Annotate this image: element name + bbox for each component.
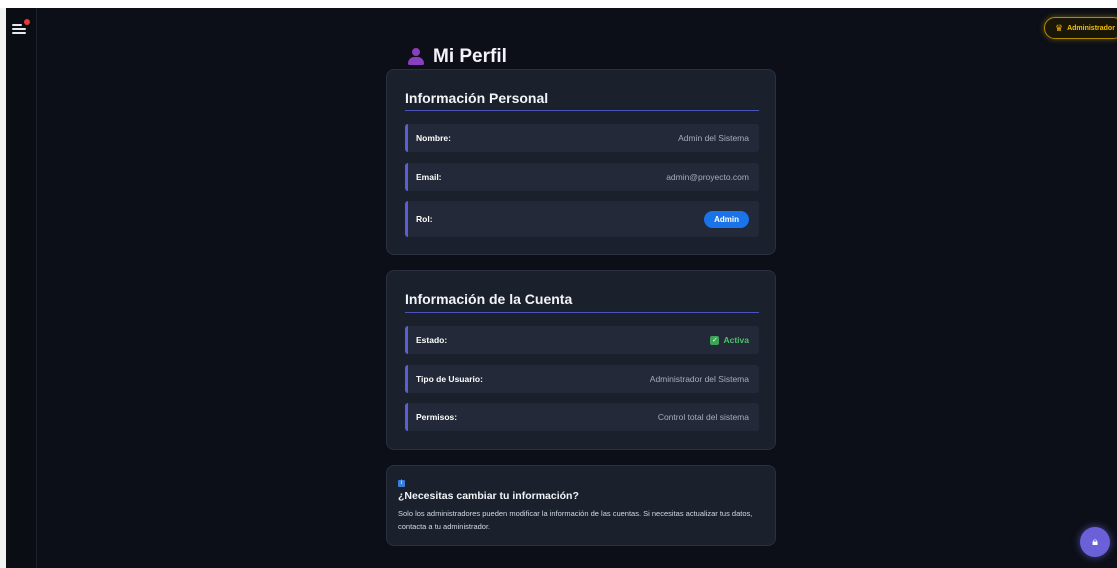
status-row: Estado: ✓ Activa bbox=[405, 326, 759, 354]
help-title: ¿Necesitas cambiar tu información? bbox=[398, 490, 579, 502]
help-text: Solo los administradores pueden modifica… bbox=[398, 509, 753, 531]
account-info-title: Información de la Cuenta bbox=[405, 291, 573, 307]
status-value: ✓ Activa bbox=[710, 335, 749, 345]
user-type-row: Tipo de Usuario: Administrador del Siste… bbox=[405, 365, 759, 393]
user-icon bbox=[407, 48, 425, 66]
name-value: Admin del Sistema bbox=[678, 133, 749, 143]
admin-badge-label: Administrador bbox=[1067, 24, 1115, 32]
name-label: Nombre: bbox=[416, 133, 451, 143]
role-label: Rol: bbox=[416, 214, 433, 224]
personal-info-card: Información Personal Nombre: Admin del S… bbox=[386, 69, 776, 255]
status-text: Activa bbox=[723, 335, 749, 345]
role-row: Rol: Admin bbox=[405, 201, 759, 237]
name-row: Nombre: Admin del Sistema bbox=[405, 124, 759, 152]
crown-icon: ♛ bbox=[1055, 22, 1064, 33]
email-label: Email: bbox=[416, 172, 442, 182]
role-badge: Admin bbox=[704, 210, 749, 228]
sidebar bbox=[6, 8, 37, 568]
page-title-text: Mi Perfil bbox=[433, 46, 507, 67]
permissions-row: Permisos: Control total del sistema bbox=[405, 403, 759, 431]
email-value: admin@proyecto.com bbox=[666, 172, 749, 182]
user-type-label: Tipo de Usuario: bbox=[416, 374, 483, 384]
section-divider bbox=[405, 312, 759, 313]
email-row: Email: admin@proyecto.com bbox=[405, 163, 759, 191]
account-info-card: Información de la Cuenta Estado: ✓ Activ… bbox=[386, 270, 776, 450]
check-icon: ✓ bbox=[710, 335, 720, 345]
permissions-label: Permisos: bbox=[416, 412, 458, 422]
page-title: Mi Perfil bbox=[407, 46, 507, 68]
status-label: Estado: bbox=[416, 335, 448, 345]
user-type-value: Administrador del Sistema bbox=[649, 374, 749, 384]
info-icon: i bbox=[398, 480, 405, 487]
help-card: i ¿Necesitas cambiar tu información? Sol… bbox=[386, 465, 776, 546]
section-divider bbox=[405, 110, 759, 111]
menu-icon[interactable] bbox=[12, 19, 30, 36]
permissions-value: Control total del sistema bbox=[657, 412, 749, 422]
notification-dot bbox=[24, 19, 30, 25]
lock-icon[interactable]: 🔒︎ bbox=[1080, 527, 1110, 557]
admin-role-badge[interactable]: ♛ Administrador bbox=[1044, 17, 1117, 39]
personal-info-title: Información Personal bbox=[405, 90, 549, 106]
